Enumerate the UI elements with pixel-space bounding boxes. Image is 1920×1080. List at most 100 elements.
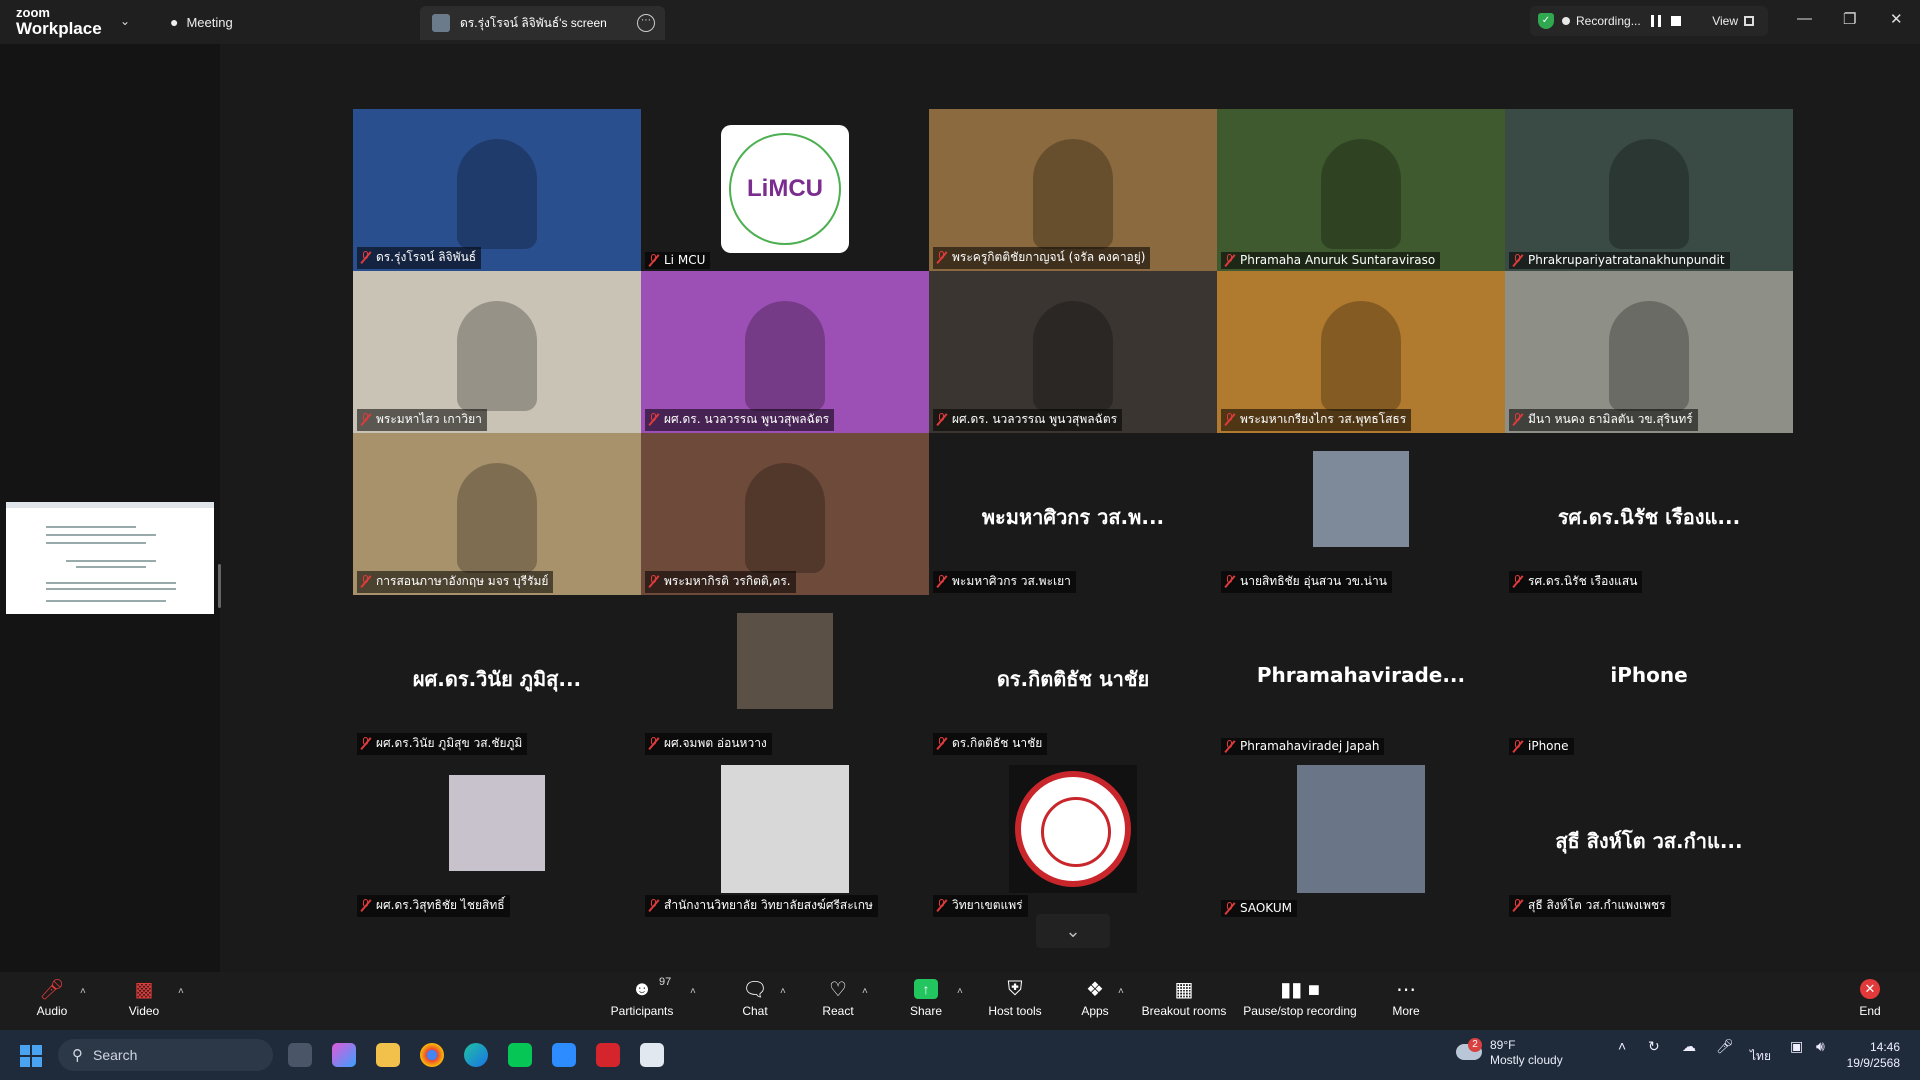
participant-tile[interactable]: ผศ.ดร. นวลวรรณ พูนวสุพลฉัตร bbox=[641, 271, 929, 433]
line-icon[interactable] bbox=[508, 1043, 532, 1067]
pause-recording-icon[interactable] bbox=[1650, 15, 1661, 27]
minimize-icon[interactable]: — bbox=[1797, 10, 1812, 27]
participant-tile[interactable]: นายสิทธิชัย อุ่นสวน วข.น่าน bbox=[1217, 433, 1505, 595]
input-language[interactable]: ไทย bbox=[1750, 1047, 1771, 1066]
participant-tile[interactable]: พะมหาศิวกร วส.พ... พะมหาศิวกร วส.พะเยา bbox=[929, 433, 1217, 595]
pause-stop-recording-button[interactable]: ▮▮ ■ Pause/stop recording bbox=[1240, 976, 1360, 1019]
shield-icon: ⛨ bbox=[1007, 977, 1023, 1000]
chevron-up-icon[interactable]: ˄ bbox=[780, 986, 786, 997]
more-button[interactable]: ⋯ More bbox=[1388, 976, 1424, 1019]
taskbar-search[interactable]: ⚲ Search bbox=[58, 1039, 273, 1071]
stop-recording-icon[interactable] bbox=[1670, 16, 1681, 26]
participant-name-label: iPhone bbox=[1509, 738, 1574, 755]
chevron-up-icon[interactable]: ˄ bbox=[80, 986, 86, 997]
meeting-toolbar: 🎤︎ Audio ˄ ▩ Video ˄ ☻ 97 Participants ˄… bbox=[0, 972, 1920, 1030]
participant-name-label: ผศ.ดร. นวลวรรณ พูนวสุพลฉัตร bbox=[933, 409, 1123, 431]
participant-tile[interactable]: ผศ.ดร.วินัย ภูมิสุ... ผศ.ดร.วินัย ภูมิสุข… bbox=[353, 595, 641, 757]
participant-name: Li MCU bbox=[664, 253, 706, 267]
copilot-icon[interactable] bbox=[332, 1043, 356, 1067]
participant-name-label: ผศ.ดร.วิสุทธิชัย ไชยสิทธิ์ bbox=[357, 895, 510, 917]
react-button[interactable]: ♡ React bbox=[818, 976, 858, 1019]
participant-tile[interactable]: สุธี สิงห์โต วส.กำแ... สุธี สิงห์โต วส.กำ… bbox=[1505, 757, 1793, 919]
windows-taskbar: ⚲ Search 2 89°F Mostly cloudy ˄ ↻ ☁ 🎤︎ ไ… bbox=[0, 1030, 1920, 1080]
tab-meeting[interactable]: ● Meeting bbox=[170, 8, 233, 36]
chevron-up-icon[interactable]: ˄ bbox=[178, 986, 184, 997]
windows-start-icon[interactable] bbox=[20, 1045, 42, 1067]
mic-muted-icon bbox=[1224, 901, 1236, 915]
edge-icon[interactable] bbox=[464, 1043, 488, 1067]
zoom-icon[interactable] bbox=[552, 1043, 576, 1067]
audio-button[interactable]: 🎤︎ Audio bbox=[30, 976, 74, 1019]
clock[interactable]: 14:46 19/9/2568 bbox=[1847, 1039, 1900, 1071]
more-options-icon[interactable]: ⋯ bbox=[637, 14, 655, 32]
file-explorer-icon[interactable] bbox=[376, 1043, 400, 1067]
participant-tile[interactable]: SAOKUM bbox=[1217, 757, 1505, 919]
mic-muted-icon bbox=[360, 899, 372, 912]
share-button[interactable]: ↑ Share bbox=[905, 976, 947, 1018]
snipping-tool-icon[interactable] bbox=[640, 1043, 664, 1067]
participant-tile[interactable]: ผศ.ดร. นวลวรรณ พูนวสุพลฉัตร bbox=[929, 271, 1217, 433]
shared-screen-thumbnail[interactable] bbox=[6, 502, 214, 614]
participant-tile[interactable]: สำนักงานวิทยาลัย วิทยาลัยสงฆ์ศรีสะเกษ bbox=[641, 757, 929, 919]
participant-name: พระครูกิตติชัยกาญจน์ (จรัล คงคาอยู่) bbox=[952, 250, 1146, 264]
view-button[interactable]: View bbox=[1712, 14, 1754, 28]
apps-button[interactable]: ❖ Apps bbox=[1078, 976, 1112, 1019]
close-icon[interactable]: ✕ bbox=[1890, 10, 1903, 28]
restore-icon[interactable]: ❐ bbox=[1843, 10, 1856, 28]
video-button[interactable]: ▩ Video bbox=[122, 976, 166, 1019]
participant-name-label: พะมหาศิวกร วส.พะเยา bbox=[933, 571, 1076, 593]
participant-tile[interactable]: iPhone iPhone bbox=[1505, 595, 1793, 757]
weather-widget[interactable]: 2 89°F Mostly cloudy bbox=[1456, 1037, 1563, 1068]
chevron-up-icon[interactable]: ˄ bbox=[690, 986, 696, 997]
participant-tile[interactable]: พระมหาเกรียงไกร วส.พุทธโสธร bbox=[1217, 271, 1505, 433]
mic-muted-icon bbox=[1512, 899, 1524, 912]
chevron-up-icon[interactable]: ˄ bbox=[1118, 986, 1124, 997]
participant-tile[interactable]: พระมหาไสว เกาวิยา bbox=[353, 271, 641, 433]
participant-tile[interactable]: Phramaha Anuruk Suntaraviraso bbox=[1217, 109, 1505, 271]
microphone-icon[interactable]: 🎤︎ bbox=[1716, 1038, 1734, 1055]
chevron-up-icon[interactable]: ˄ bbox=[862, 986, 868, 997]
host-tools-button[interactable]: ⛨ Host tools bbox=[985, 976, 1045, 1019]
participant-name-label: รศ.ดร.นิรัช เรืองแสน bbox=[1509, 571, 1643, 593]
tab-shared-screen[interactable]: ดร.รุ่งโรจน์ ลิจิพันธ์'s screen ⋯ bbox=[420, 6, 665, 40]
participant-tile[interactable]: มีนา หนคง ธามิลตัน วข.สุรินทร์ bbox=[1505, 271, 1793, 433]
mic-muted-icon bbox=[1512, 739, 1524, 753]
mic-muted-icon bbox=[1224, 575, 1236, 588]
participant-tile[interactable]: ดร.กิตติธัช นาชัย ดร.กิตติธัช นาชัย bbox=[929, 595, 1217, 757]
participant-tile[interactable]: การสอนภาษาอังกฤษ มจร บุรีรัมย์ bbox=[353, 433, 641, 595]
acrobat-icon[interactable] bbox=[596, 1043, 620, 1067]
participant-tile[interactable]: รศ.ดร.นิรัช เรืองแ... รศ.ดร.นิรัช เรืองแส… bbox=[1505, 433, 1793, 595]
network-icon[interactable]: ▣ bbox=[1790, 1038, 1803, 1055]
participant-tile[interactable]: พระมหากิรติ วรกิตติ,ดร. bbox=[641, 433, 929, 595]
mic-muted-icon bbox=[1224, 739, 1236, 753]
chevron-up-icon[interactable]: ˄ bbox=[1618, 1038, 1626, 1054]
participant-tile[interactable]: Phramahavirade... Phramahaviradej Japah bbox=[1217, 595, 1505, 757]
participant-name-label: ผศ.ดร. นวลวรรณ พูนวสุพลฉัตร bbox=[645, 409, 835, 431]
chevron-up-icon[interactable]: ˄ bbox=[957, 986, 963, 997]
resize-handle[interactable] bbox=[218, 564, 221, 608]
speaker-icon[interactable]: 🔊︎ bbox=[1816, 1038, 1825, 1055]
participant-name: ผศ.จมพต อ่อนหวาง bbox=[664, 736, 767, 750]
sync-icon[interactable]: ↻ bbox=[1648, 1038, 1660, 1055]
task-view-icon[interactable] bbox=[288, 1043, 312, 1067]
participant-name-label: พระมหาไสว เกาวิยา bbox=[357, 409, 487, 431]
participant-tile[interactable]: พระครูกิตติชัยกาญจน์ (จรัล คงคาอยู่) bbox=[929, 109, 1217, 271]
participant-tile[interactable]: ผศ.ดร.วิสุทธิชัย ไชยสิทธิ์ bbox=[353, 757, 641, 919]
participant-tile[interactable]: ผศ.จมพต อ่อนหวาง bbox=[641, 595, 929, 757]
chevron-down-icon[interactable]: ⌄ bbox=[120, 14, 130, 28]
participant-name-label: ผศ.ดร.วินัย ภูมิสุข วส.ชัยภูมิ bbox=[357, 733, 528, 755]
breakout-rooms-button[interactable]: ▦ Breakout rooms bbox=[1140, 976, 1228, 1019]
participant-tile[interactable]: LiMCU Li MCU bbox=[641, 109, 929, 271]
mic-muted-icon bbox=[1512, 253, 1524, 267]
onedrive-icon[interactable]: ☁ bbox=[1682, 1038, 1696, 1055]
participant-tile[interactable]: ดร.รุ่งโรจน์ ลิจิพันธ์ bbox=[353, 109, 641, 271]
chevron-down-icon[interactable]: ⌄ bbox=[1036, 914, 1110, 948]
participant-name: มีนา หนคง ธามิลตัน วข.สุรินทร์ bbox=[1528, 412, 1693, 426]
participants-button[interactable]: ☻ 97 Participants bbox=[607, 976, 677, 1018]
participant-name: พระมหาไสว เกาวิยา bbox=[376, 412, 482, 426]
participant-tile[interactable]: วิทยาเขตแพร่ bbox=[929, 757, 1217, 919]
end-button[interactable]: ✕ End bbox=[1850, 976, 1890, 1018]
chrome-icon[interactable] bbox=[420, 1043, 444, 1067]
participant-tile[interactable]: Phrakrupariyatratanakhunpundit bbox=[1505, 109, 1793, 271]
chat-button[interactable]: 🗨︎ Chat bbox=[735, 976, 775, 1019]
